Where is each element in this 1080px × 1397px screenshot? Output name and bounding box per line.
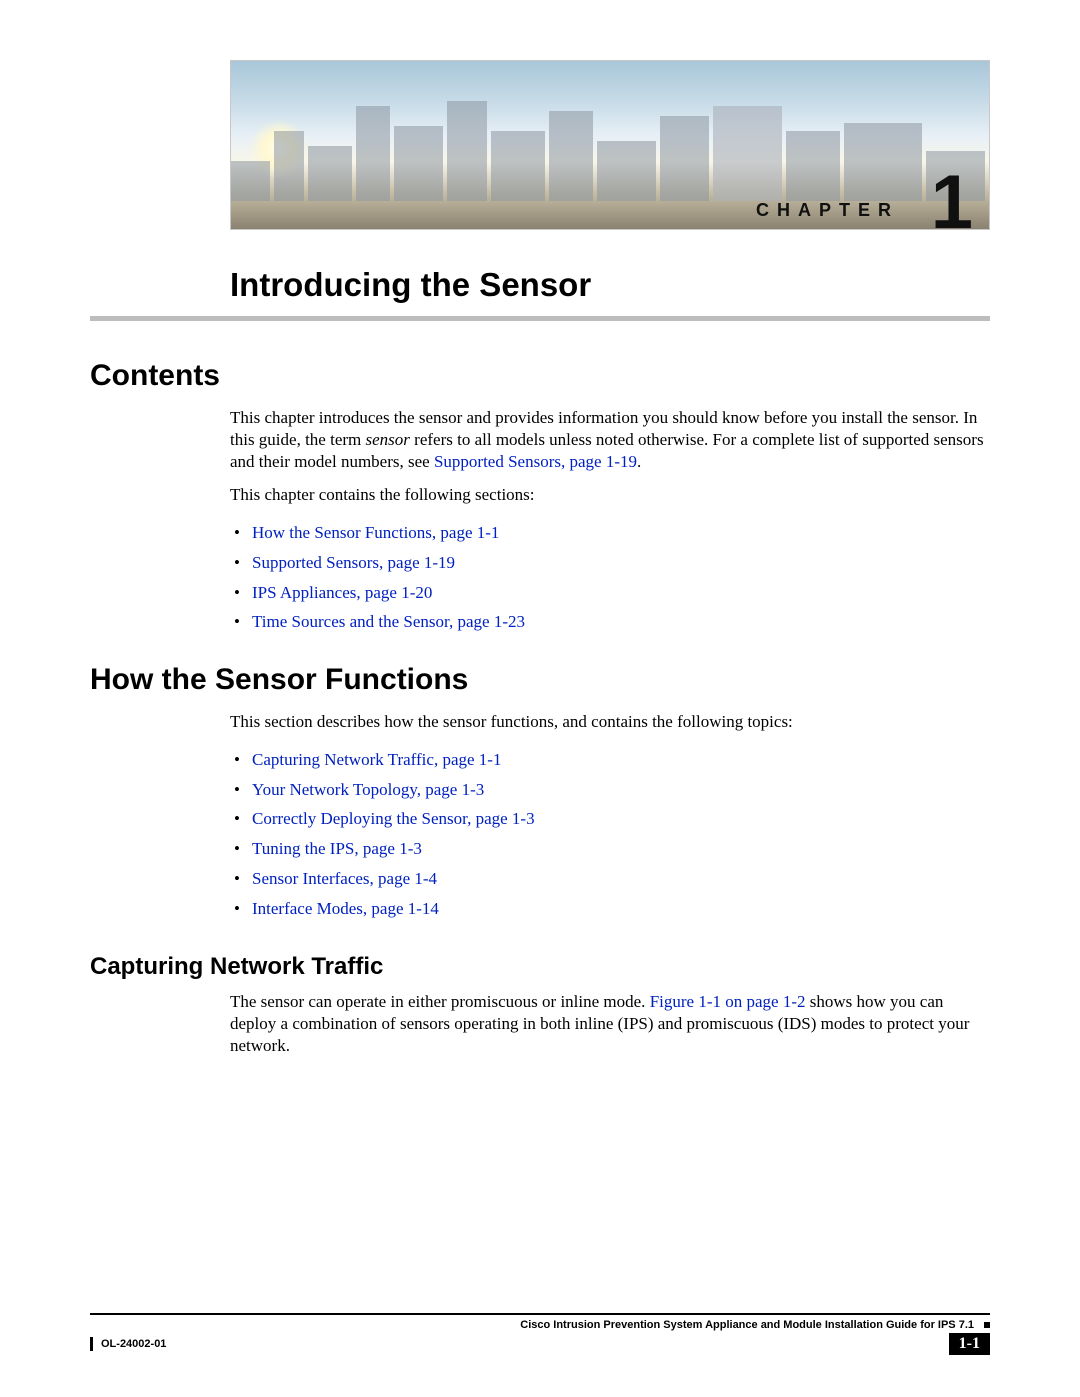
figure-link[interactable]: Figure 1-1 on page 1-2 [650,992,806,1011]
list-item: Interface Modes, page 1-14 [230,894,990,924]
list-item: Supported Sensors, page 1-19 [230,548,990,578]
footer-row-1: Cisco Intrusion Prevention System Applia… [90,1319,990,1331]
chapter-number: 1 [931,165,973,230]
toc-link-tuning[interactable]: Tuning the IPS, page 1-3 [252,839,422,858]
capturing-para: The sensor can operate in either promisc… [230,991,990,1056]
contents-intro-em: sensor [366,430,410,449]
skyline [231,91,989,201]
list-item: How the Sensor Functions, page 1-1 [230,518,990,548]
list-item: Tuning the IPS, page 1-3 [230,834,990,864]
capturing-block: The sensor can operate in either promisc… [230,991,990,1056]
capturing-heading: Capturing Network Traffic [90,953,990,981]
supported-sensors-link[interactable]: Supported Sensors, page 1-19 [434,452,637,471]
footer-bar-icon [90,1337,93,1351]
footer-doc-number: OL-24002-01 [101,1338,166,1350]
functions-heading: How the Sensor Functions [90,663,990,697]
toc-link-ips-appliances[interactable]: IPS Appliances, page 1-20 [252,583,432,602]
toc-link-interfaces[interactable]: Sensor Interfaces, page 1-4 [252,869,437,888]
list-item: Capturing Network Traffic, page 1-1 [230,745,990,775]
page: CHAPTER 1 Introducing the Sensor Content… [0,0,1080,1397]
functions-lead: This section describes how the sensor fu… [230,711,990,733]
toc-link-deploying[interactable]: Correctly Deploying the Sensor, page 1-3 [252,809,535,828]
toc-link-time-sources[interactable]: Time Sources and the Sensor, page 1-23 [252,612,525,631]
toc-link-capturing[interactable]: Capturing Network Traffic, page 1-1 [252,750,501,769]
toc-link-modes[interactable]: Interface Modes, page 1-14 [252,899,439,918]
chapter-title: Introducing the Sensor [230,266,990,304]
contents-list: How the Sensor Functions, page 1-1 Suppo… [230,518,990,637]
functions-block: This section describes how the sensor fu… [230,711,990,923]
page-footer: Cisco Intrusion Prevention System Applia… [90,1313,990,1355]
list-item: Correctly Deploying the Sensor, page 1-3 [230,804,990,834]
contents-intro-end: . [637,452,641,471]
toc-link-supported-sensors[interactable]: Supported Sensors, page 1-19 [252,553,455,572]
contents-intro: This chapter introduces the sensor and p… [230,407,990,472]
contents-block: This chapter introduces the sensor and p… [230,407,990,637]
footer-row-2: OL-24002-01 1-1 [90,1333,990,1355]
functions-list: Capturing Network Traffic, page 1-1 Your… [230,745,990,924]
chapter-label: CHAPTER [756,200,899,221]
capturing-pre: The sensor can operate in either promisc… [230,992,650,1011]
footer-square-icon [984,1322,990,1328]
contents-heading: Contents [90,359,990,393]
footer-rule [90,1313,990,1315]
title-rule [90,316,990,321]
list-item: Your Network Topology, page 1-3 [230,775,990,805]
contents-sections-lead: This chapter contains the following sect… [230,484,990,506]
footer-page-number: 1-1 [949,1333,990,1355]
list-item: IPS Appliances, page 1-20 [230,578,990,608]
chapter-banner: CHAPTER 1 [230,60,990,230]
list-item: Sensor Interfaces, page 1-4 [230,864,990,894]
toc-link-how-functions[interactable]: How the Sensor Functions, page 1-1 [252,523,499,542]
toc-link-topology[interactable]: Your Network Topology, page 1-3 [252,780,484,799]
list-item: Time Sources and the Sensor, page 1-23 [230,607,990,637]
footer-guide-title: Cisco Intrusion Prevention System Applia… [90,1319,980,1331]
